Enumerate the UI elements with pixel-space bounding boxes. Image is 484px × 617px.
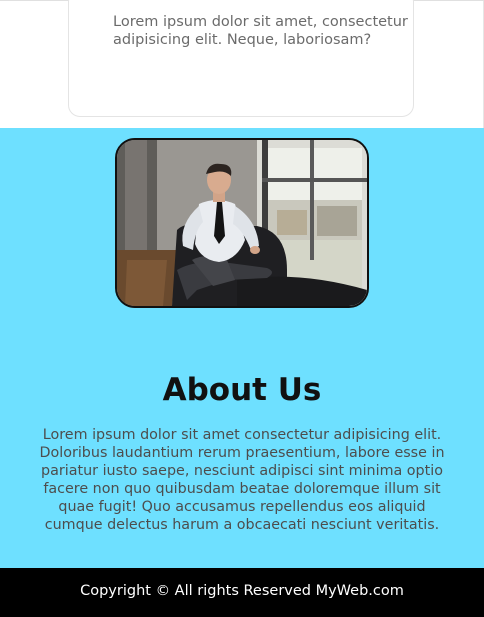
testimonial-text: Lorem ipsum dolor sit amet, consectetur … <box>113 14 408 48</box>
about-image <box>115 138 369 308</box>
man-at-window-photo <box>117 140 367 306</box>
footer: Copyright © All rights Reserved MyWeb.co… <box>0 568 484 617</box>
page: Lorem ipsum dolor sit amet, consectetur … <box>0 0 484 617</box>
about-section: About Us Lorem ipsum dolor sit amet cons… <box>0 128 484 568</box>
testimonial-card: Lorem ipsum dolor sit amet, consectetur … <box>68 0 414 117</box>
about-description: Lorem ipsum dolor sit amet consectetur a… <box>39 427 445 533</box>
about-title: About Us <box>162 372 322 408</box>
copyright-text: Copyright © All rights Reserved MyWeb.co… <box>80 583 404 599</box>
testimonial-section: Lorem ipsum dolor sit amet, consectetur … <box>0 0 484 128</box>
